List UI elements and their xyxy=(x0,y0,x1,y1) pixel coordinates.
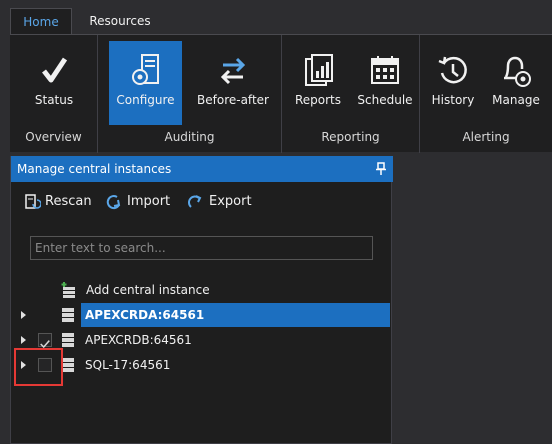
group-auditing: Configure Before-after Auditing xyxy=(98,35,282,153)
search-input[interactable] xyxy=(30,236,373,260)
reports-button[interactable]: Reports xyxy=(286,41,350,125)
tree-item-label: SQL-17:64561 xyxy=(85,358,171,372)
manage-label: Manage xyxy=(492,93,540,107)
server-icon xyxy=(62,333,74,347)
configure-label: Configure xyxy=(116,93,175,107)
highlight-box xyxy=(14,348,63,386)
report-chart-icon xyxy=(305,54,333,86)
history-icon xyxy=(438,56,467,84)
group-label-alerting: Alerting xyxy=(462,130,510,144)
calendar-icon xyxy=(371,56,399,84)
pin-icon[interactable] xyxy=(375,162,387,176)
server-gear-icon xyxy=(131,54,159,85)
panel-header: Manage central instances xyxy=(11,156,393,182)
rescan-button[interactable]: Rescan xyxy=(23,190,92,214)
history-button[interactable]: History xyxy=(424,41,482,125)
group-alerting: History Manage Alerting xyxy=(420,35,552,153)
tab-home[interactable]: Home xyxy=(10,8,72,35)
before-after-button[interactable]: Before-after xyxy=(188,41,278,125)
add-central-instance-item[interactable]: Add central instance xyxy=(11,278,391,302)
expand-arrow-icon[interactable] xyxy=(21,336,26,344)
reports-label: Reports xyxy=(294,93,342,107)
tree-item-label: APEXCRDA:64561 xyxy=(85,308,205,322)
configure-button[interactable]: Configure xyxy=(109,41,182,125)
export-icon xyxy=(188,195,202,208)
status-button[interactable]: Status xyxy=(14,41,94,125)
export-label: Export xyxy=(209,194,252,209)
status-label: Status xyxy=(34,93,74,107)
before-after-label: Before-after xyxy=(197,93,269,107)
import-button[interactable]: Import xyxy=(105,190,170,214)
panel-toolbar: Rescan Import Export xyxy=(11,190,393,214)
group-label-overview: Overview xyxy=(25,130,82,144)
tree-item-apexcrda[interactable]: APEXCRDA:64561 xyxy=(11,303,391,327)
group-label-auditing: Auditing xyxy=(164,130,215,144)
panel-title: Manage central instances xyxy=(17,162,172,176)
bell-gear-icon xyxy=(504,56,531,87)
schedule-button[interactable]: Schedule xyxy=(352,41,418,125)
export-button[interactable]: Export xyxy=(187,190,252,214)
history-label: History xyxy=(431,93,475,107)
expand-arrow-icon[interactable] xyxy=(21,311,26,319)
instance-checkbox[interactable] xyxy=(38,333,52,349)
tree-item-sql-17[interactable]: SQL-17:64561 xyxy=(11,353,391,377)
schedule-label: Schedule xyxy=(357,93,413,107)
tree-item-label: Add central instance xyxy=(86,283,210,297)
rescan-icon xyxy=(25,194,41,209)
group-label-reporting: Reporting xyxy=(321,130,380,144)
import-label: Import xyxy=(127,194,171,209)
add-server-icon xyxy=(61,282,75,298)
manage-central-instances-panel: Manage central instances Rescan Import E… xyxy=(10,156,393,444)
ribbon-tabstrip: Home Resources xyxy=(0,0,552,35)
manage-button[interactable]: Manage xyxy=(484,41,548,125)
checkmark-icon xyxy=(42,57,68,83)
ribbon: Status Overview Configure Before-after A… xyxy=(10,34,552,153)
import-icon xyxy=(106,195,121,210)
group-reporting: Reports Schedule Reporting xyxy=(282,35,420,153)
tab-resources[interactable]: Resources xyxy=(78,8,162,35)
group-overview: Status Overview xyxy=(10,35,98,153)
tree-item-label: APEXCRDB:64561 xyxy=(85,333,192,347)
rescan-label: Rescan xyxy=(45,194,92,209)
server-icon xyxy=(62,308,74,322)
tree-item-apexcrdb[interactable]: APEXCRDB:64561 xyxy=(11,328,391,352)
swap-arrows-icon xyxy=(220,57,246,85)
